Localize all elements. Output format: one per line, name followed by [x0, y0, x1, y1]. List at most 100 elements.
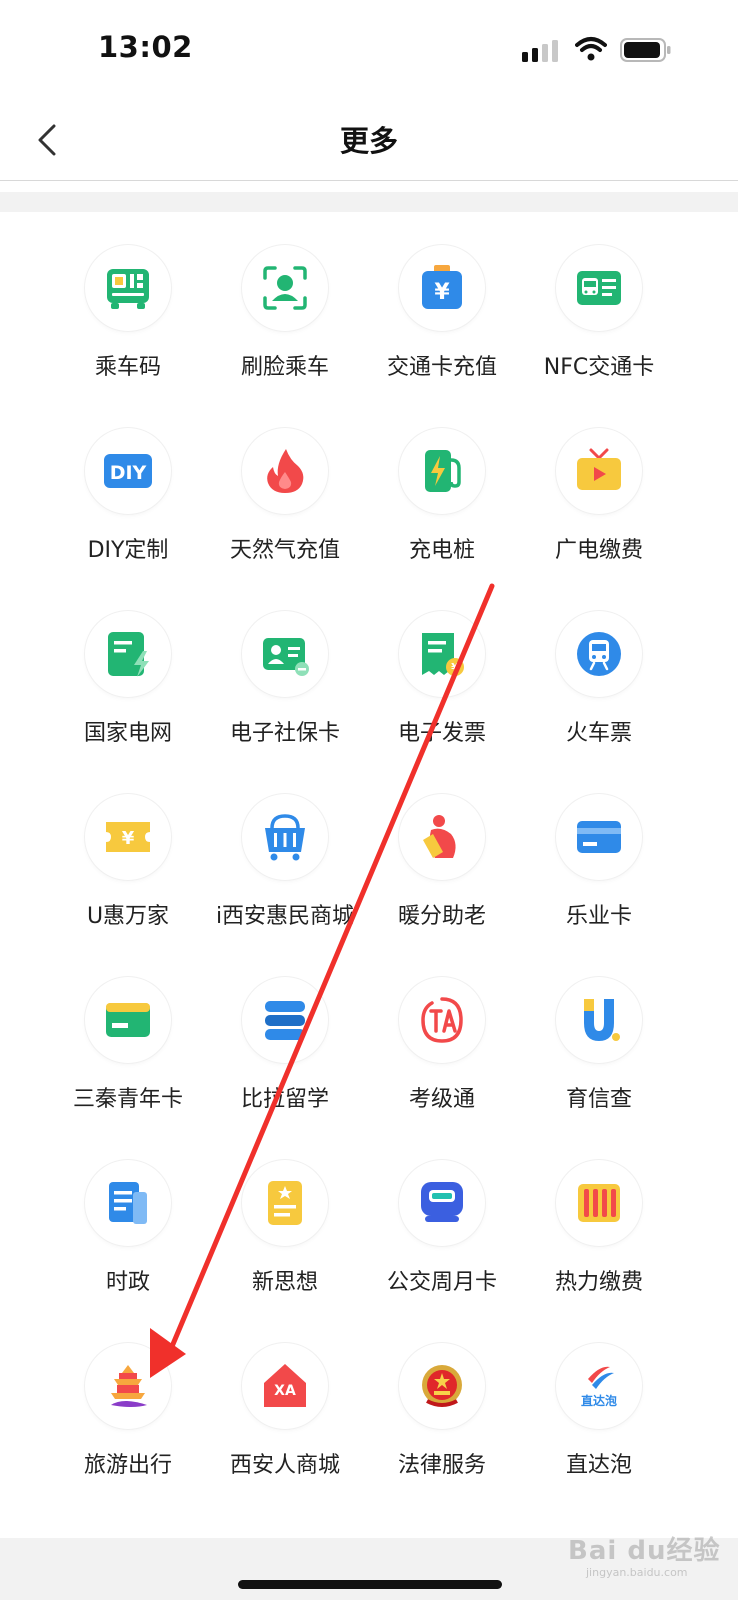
nav-bar: 更多 — [0, 100, 738, 181]
pagoda-travel-icon — [85, 1343, 171, 1429]
tv-icon — [556, 428, 642, 514]
svg-text:¥: ¥ — [434, 280, 450, 305]
diy-icon: DIY — [85, 428, 171, 514]
watermark-text: Bai du经验 — [568, 1536, 721, 1566]
service-tile-travel[interactable]: 旅游出行 — [43, 1310, 213, 1480]
service-tile-train[interactable]: 火车票 — [514, 578, 684, 748]
service-label: 广电缴费 — [554, 538, 643, 563]
youth-card-icon — [85, 977, 171, 1063]
flame-icon — [242, 428, 328, 514]
train-icon — [556, 611, 642, 697]
service-tile-xian-mall[interactable]: XA 西安人商城 — [200, 1310, 370, 1480]
exam-icon — [399, 977, 485, 1063]
radiator-icon — [556, 1160, 642, 1246]
wifi-icon — [575, 37, 607, 61]
service-label: 火车票 — [565, 721, 632, 746]
svg-text:¥: ¥ — [122, 828, 135, 849]
e-invoice-icon: ¥ — [399, 611, 485, 697]
services-grid: 乘车码 刷脸乘车 ¥ 交通卡充值 NFC交通卡 DIY DIY定制 天然气充值 — [0, 212, 738, 1538]
nfc-bus-card-icon — [556, 245, 642, 331]
service-label: 乘车码 — [94, 355, 161, 380]
service-tile-huimin-mall[interactable]: i西安惠民商城 — [200, 761, 370, 931]
service-label: 公交周月卡 — [386, 1270, 497, 1295]
xa-house-icon: XA — [242, 1343, 328, 1429]
svg-text:XA: XA — [274, 1383, 296, 1399]
service-label: 国家电网 — [83, 721, 172, 746]
service-tile-face-ride[interactable]: 刷脸乘车 — [200, 212, 370, 382]
service-label: U惠万家 — [86, 904, 170, 929]
service-label: 电子社保卡 — [229, 721, 340, 746]
service-tile-leye-card[interactable]: 乐业卡 — [514, 761, 684, 931]
service-tile-youth-card[interactable]: 三秦青年卡 — [43, 944, 213, 1114]
service-tile-cable-tv[interactable]: 广电缴费 — [514, 395, 684, 565]
service-tile-state-grid[interactable]: 国家电网 — [43, 578, 213, 748]
service-tile-diy[interactable]: DIY DIY定制 — [43, 395, 213, 565]
service-label: 交通卡充值 — [386, 355, 497, 380]
zhidapao-logo-icon: 直达泡 — [556, 1343, 642, 1429]
service-label: 乐业卡 — [565, 904, 632, 929]
service-tile-social-security[interactable]: 电子社保卡 — [200, 578, 370, 748]
battery-icon — [620, 38, 671, 62]
service-label: 育信查 — [565, 1087, 632, 1112]
education-check-icon — [556, 977, 642, 1063]
coupon-icon: ¥ — [85, 794, 171, 880]
service-tile-heating[interactable]: 热力缴费 — [514, 1127, 684, 1297]
section-separator — [0, 192, 738, 212]
service-label: 电子发票 — [397, 721, 486, 746]
face-scan-icon — [242, 245, 328, 331]
service-label: 充电桩 — [408, 538, 475, 563]
service-label: 热力缴费 — [554, 1270, 643, 1295]
status-time: 13:02 — [98, 30, 193, 64]
service-label: 时政 — [105, 1270, 150, 1295]
service-tile-nfc-card[interactable]: NFC交通卡 — [514, 212, 684, 382]
service-tile-charging[interactable]: 充电桩 — [357, 395, 527, 565]
shopping-basket-icon — [242, 794, 328, 880]
service-label: 刷脸乘车 — [240, 355, 329, 380]
bus-pass-icon — [399, 1160, 485, 1246]
service-tile-legal[interactable]: 法律服务 — [357, 1310, 527, 1480]
service-label: 旅游出行 — [83, 1453, 172, 1478]
service-label: 新思想 — [251, 1270, 318, 1295]
service-tile-u-hui[interactable]: ¥ U惠万家 — [43, 761, 213, 931]
service-label: 法律服务 — [397, 1453, 486, 1478]
service-tile-study-abroad[interactable]: 比拉留学 — [200, 944, 370, 1114]
news-icon — [85, 1160, 171, 1246]
service-tile-card-recharge[interactable]: ¥ 交通卡充值 — [357, 212, 527, 382]
social-security-card-icon — [242, 611, 328, 697]
emblem-icon — [399, 1343, 485, 1429]
svg-text:直达泡: 直达泡 — [581, 1393, 617, 1408]
service-label: 暖分助老 — [397, 904, 486, 929]
service-label: 西安人商城 — [229, 1453, 340, 1478]
elderly-care-icon — [399, 794, 485, 880]
yuan-card-icon: ¥ — [399, 245, 485, 331]
service-tile-gas[interactable]: 天然气充值 — [200, 395, 370, 565]
service-tile-bus-pass[interactable]: 公交周月卡 — [357, 1127, 527, 1297]
study-abroad-icon — [242, 977, 328, 1063]
service-tile-education-check[interactable]: 育信查 — [514, 944, 684, 1114]
home-indicator[interactable] — [238, 1580, 502, 1589]
service-label: 三秦青年卡 — [72, 1087, 183, 1112]
service-tile-exam[interactable]: 考级通 — [357, 944, 527, 1114]
service-tile-bus-qr[interactable]: 乘车码 — [43, 212, 213, 382]
service-label: 直达泡 — [565, 1453, 632, 1478]
service-tile-politics[interactable]: 时政 — [43, 1127, 213, 1297]
status-bar: 13:02 — [0, 0, 738, 100]
state-grid-icon — [85, 611, 171, 697]
thought-document-icon — [242, 1160, 328, 1246]
svg-text:DIY: DIY — [110, 462, 147, 484]
service-tile-zhidapao[interactable]: 直达泡 直达泡 — [514, 1310, 684, 1480]
cellular-signal-icon — [522, 40, 558, 62]
bus-qr-icon — [85, 245, 171, 331]
service-label: NFC交通卡 — [543, 355, 655, 380]
service-label: 考级通 — [408, 1087, 475, 1112]
svg-text:¥: ¥ — [451, 661, 459, 674]
service-label: 天然气充值 — [229, 538, 340, 563]
service-label: 比拉留学 — [240, 1087, 329, 1112]
watermark-logo: Bai du经验 jingyan.baidu.com — [568, 1530, 728, 1590]
service-tile-new-thought[interactable]: 新思想 — [200, 1127, 370, 1297]
service-label: DIY定制 — [87, 538, 169, 563]
service-tile-e-invoice[interactable]: ¥ 电子发票 — [357, 578, 527, 748]
charging-pile-icon — [399, 428, 485, 514]
service-tile-elderly[interactable]: 暖分助老 — [357, 761, 527, 931]
service-label: i西安惠民商城 — [215, 904, 355, 929]
